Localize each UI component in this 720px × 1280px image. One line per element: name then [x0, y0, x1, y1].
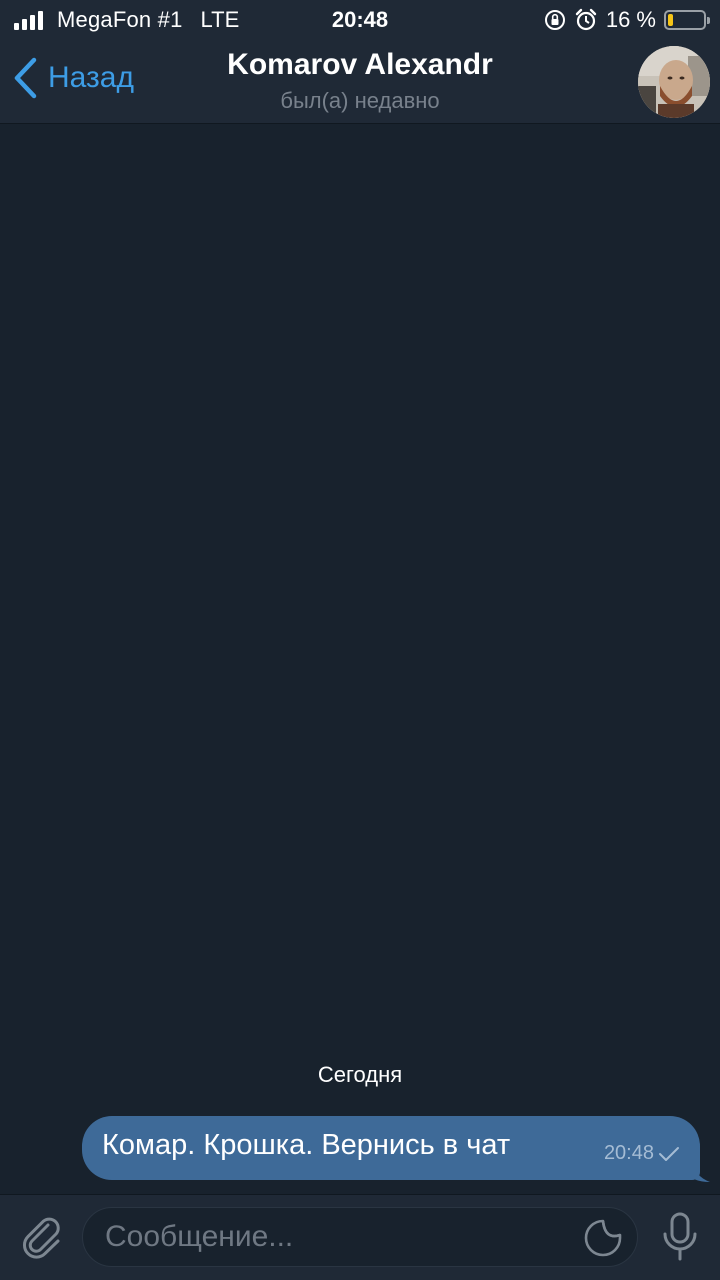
- message-time: 20:48: [603, 1142, 654, 1164]
- battery-icon: [664, 10, 710, 30]
- message-list[interactable]: Сегодня Комар. Крошка. Вернись в чат 20:…: [0, 124, 720, 1194]
- battery-fill: [668, 14, 674, 26]
- input-bar: [0, 1194, 720, 1280]
- microphone-icon[interactable]: [660, 1211, 700, 1263]
- battery-percent: 16 %: [605, 7, 656, 32]
- check-icon: [659, 1146, 679, 1161]
- sticker-icon[interactable]: [583, 1218, 623, 1258]
- alarm-icon: [575, 8, 597, 31]
- network-type: LTE: [200, 7, 240, 32]
- attach-icon[interactable]: [18, 1213, 66, 1261]
- message-meta: 20:48: [604, 1142, 680, 1165]
- status-bar: MegaFon #1 LTE 20:48 16 %: [0, 0, 720, 40]
- outgoing-message[interactable]: Комар. Крошка. Вернись в чат 20:48: [82, 1116, 700, 1180]
- back-label: Назад: [48, 61, 134, 94]
- status-right: 16 %: [544, 7, 710, 33]
- orientation-lock-icon: [544, 10, 565, 30]
- message-field[interactable]: [82, 1207, 638, 1267]
- status-left: MegaFon #1 LTE: [14, 7, 239, 33]
- avatar[interactable]: [638, 46, 710, 118]
- chat-header: Назад Komarov Alexandr был(а) недавно: [0, 40, 720, 124]
- message-text: Комар. Крошка. Вернись в чат: [102, 1129, 511, 1161]
- signal-icon: [14, 10, 43, 30]
- message-input[interactable]: [105, 1208, 575, 1266]
- date-separator: Сегодня: [317, 1062, 403, 1087]
- chat-screen: MegaFon #1 LTE 20:48 16 % Назад Komarov …: [0, 0, 720, 1280]
- back-chevron-icon: [14, 57, 37, 99]
- carrier-name: MegaFon #1: [57, 7, 183, 32]
- back-button[interactable]: Назад: [12, 56, 134, 100]
